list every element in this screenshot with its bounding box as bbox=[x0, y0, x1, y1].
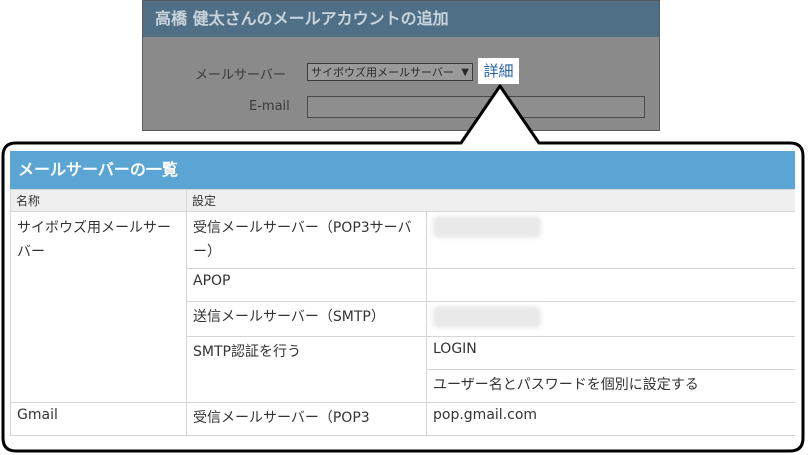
redacted-value bbox=[433, 216, 541, 238]
mail-server-list-panel: メールサーバーの一覧 名称 設定 サイボウズ用メールサーバー 受信メールサーバー… bbox=[10, 151, 795, 441]
setting-cell: 送信メールサーバー（SMTP） bbox=[186, 301, 427, 337]
value-cell bbox=[425, 268, 795, 302]
mail-server-table: 名称 設定 サイボウズ用メールサーバー 受信メールサーバー（POP3サーバー） … bbox=[10, 189, 795, 436]
redacted-value bbox=[433, 306, 541, 328]
setting-cell: 受信メールサーバー（POP3 bbox=[186, 402, 427, 436]
table-row: サイボウズ用メールサーバー 受信メールサーバー（POP3サーバー） bbox=[10, 211, 795, 403]
value-cell: ユーザー名とパスワードを個別に設定する bbox=[425, 369, 795, 403]
column-header-name: 名称 bbox=[10, 189, 187, 212]
table-row: Gmail 受信メールサーバー（POP3 pop.gmail.com bbox=[10, 402, 795, 436]
value-cell bbox=[425, 211, 795, 269]
setting-cell: SMTP認証を行う bbox=[186, 336, 427, 403]
panel-title: メールサーバーの一覧 bbox=[10, 151, 795, 189]
column-header-setting: 設定 bbox=[185, 189, 795, 212]
server-name-cell: サイボウズ用メールサーバー bbox=[10, 211, 187, 403]
value-cell: pop.gmail.com bbox=[425, 402, 795, 436]
value-cell bbox=[425, 301, 795, 337]
setting-cell: APOP bbox=[186, 268, 427, 302]
server-name-cell: Gmail bbox=[10, 402, 187, 436]
value-cell: LOGIN bbox=[425, 336, 795, 370]
table-header-row: 名称 設定 bbox=[10, 189, 795, 212]
setting-cell: 受信メールサーバー（POP3サーバー） bbox=[186, 211, 427, 269]
